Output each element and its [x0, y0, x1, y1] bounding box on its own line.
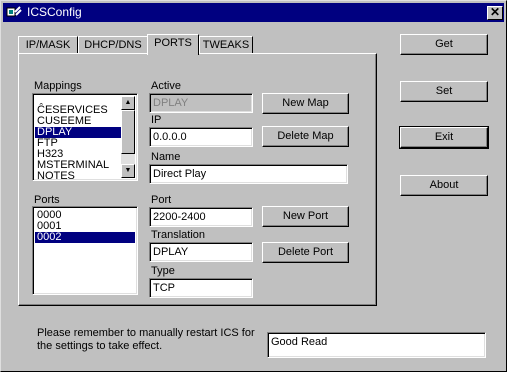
- delete-port-button[interactable]: Delete Port: [262, 242, 349, 263]
- status-field: Good Read: [267, 332, 486, 358]
- delete-map-button[interactable]: Delete Map: [262, 126, 349, 147]
- exit-button[interactable]: Exit: [399, 126, 489, 149]
- app-icon: [6, 6, 22, 17]
- ports-label: Ports: [34, 194, 60, 206]
- port-label: Port: [151, 194, 172, 206]
- type-field[interactable]: TCP: [149, 278, 253, 298]
- list-item[interactable]: 0002: [35, 232, 135, 243]
- active-field: DPLAY: [149, 93, 253, 113]
- new-port-button[interactable]: New Port: [262, 206, 349, 227]
- ip-field[interactable]: 0.0.0.0: [149, 127, 253, 147]
- about-button[interactable]: About: [400, 175, 488, 196]
- tab-dhcp-dns[interactable]: DHCP/DNS: [78, 36, 148, 54]
- mappings-label: Mappings: [34, 80, 82, 92]
- tab-ip-mask[interactable]: IP/MASK: [18, 36, 78, 54]
- scroll-down-icon[interactable]: ▼: [121, 164, 135, 178]
- translation-label: Translation: [151, 229, 206, 241]
- window-title: ICSConfig: [27, 5, 82, 19]
- mappings-scrollbar[interactable]: ▲ ▼: [121, 96, 135, 178]
- ports-listbox[interactable]: 0000 0001 0002: [32, 206, 138, 295]
- title-bar[interactable]: ICSConfig ✕: [3, 3, 504, 22]
- translation-field[interactable]: DPLAY: [149, 242, 253, 262]
- tab-tweaks[interactable]: TWEAKS: [199, 36, 253, 54]
- set-button[interactable]: Set: [400, 81, 488, 102]
- name-label: Name: [151, 151, 181, 163]
- scroll-thumb[interactable]: [121, 110, 135, 154]
- restart-notice: Please remember to manually restart ICS …: [37, 327, 255, 352]
- list-item[interactable]: NOTES: [35, 171, 121, 181]
- tab-ports[interactable]: PORTS: [147, 34, 199, 55]
- new-map-button[interactable]: New Map: [262, 93, 349, 114]
- mappings-listbox[interactable]: ĈESERVICES CUSEEME DPLAY FTP H323 MSTERM…: [32, 93, 138, 181]
- name-field[interactable]: Direct Play: [149, 164, 348, 184]
- active-label: Active: [151, 80, 181, 92]
- close-icon[interactable]: ✕: [487, 6, 503, 20]
- type-label: Type: [151, 265, 175, 277]
- icsconfig-window: ICSConfig ✕ IP/MASK DHCP/DNS PORTS TWEAK…: [0, 0, 507, 372]
- get-button[interactable]: Get: [400, 34, 488, 55]
- port-field[interactable]: 2200-2400: [149, 207, 253, 227]
- ip-label: IP: [151, 114, 162, 126]
- scroll-up-icon[interactable]: ▲: [121, 96, 135, 110]
